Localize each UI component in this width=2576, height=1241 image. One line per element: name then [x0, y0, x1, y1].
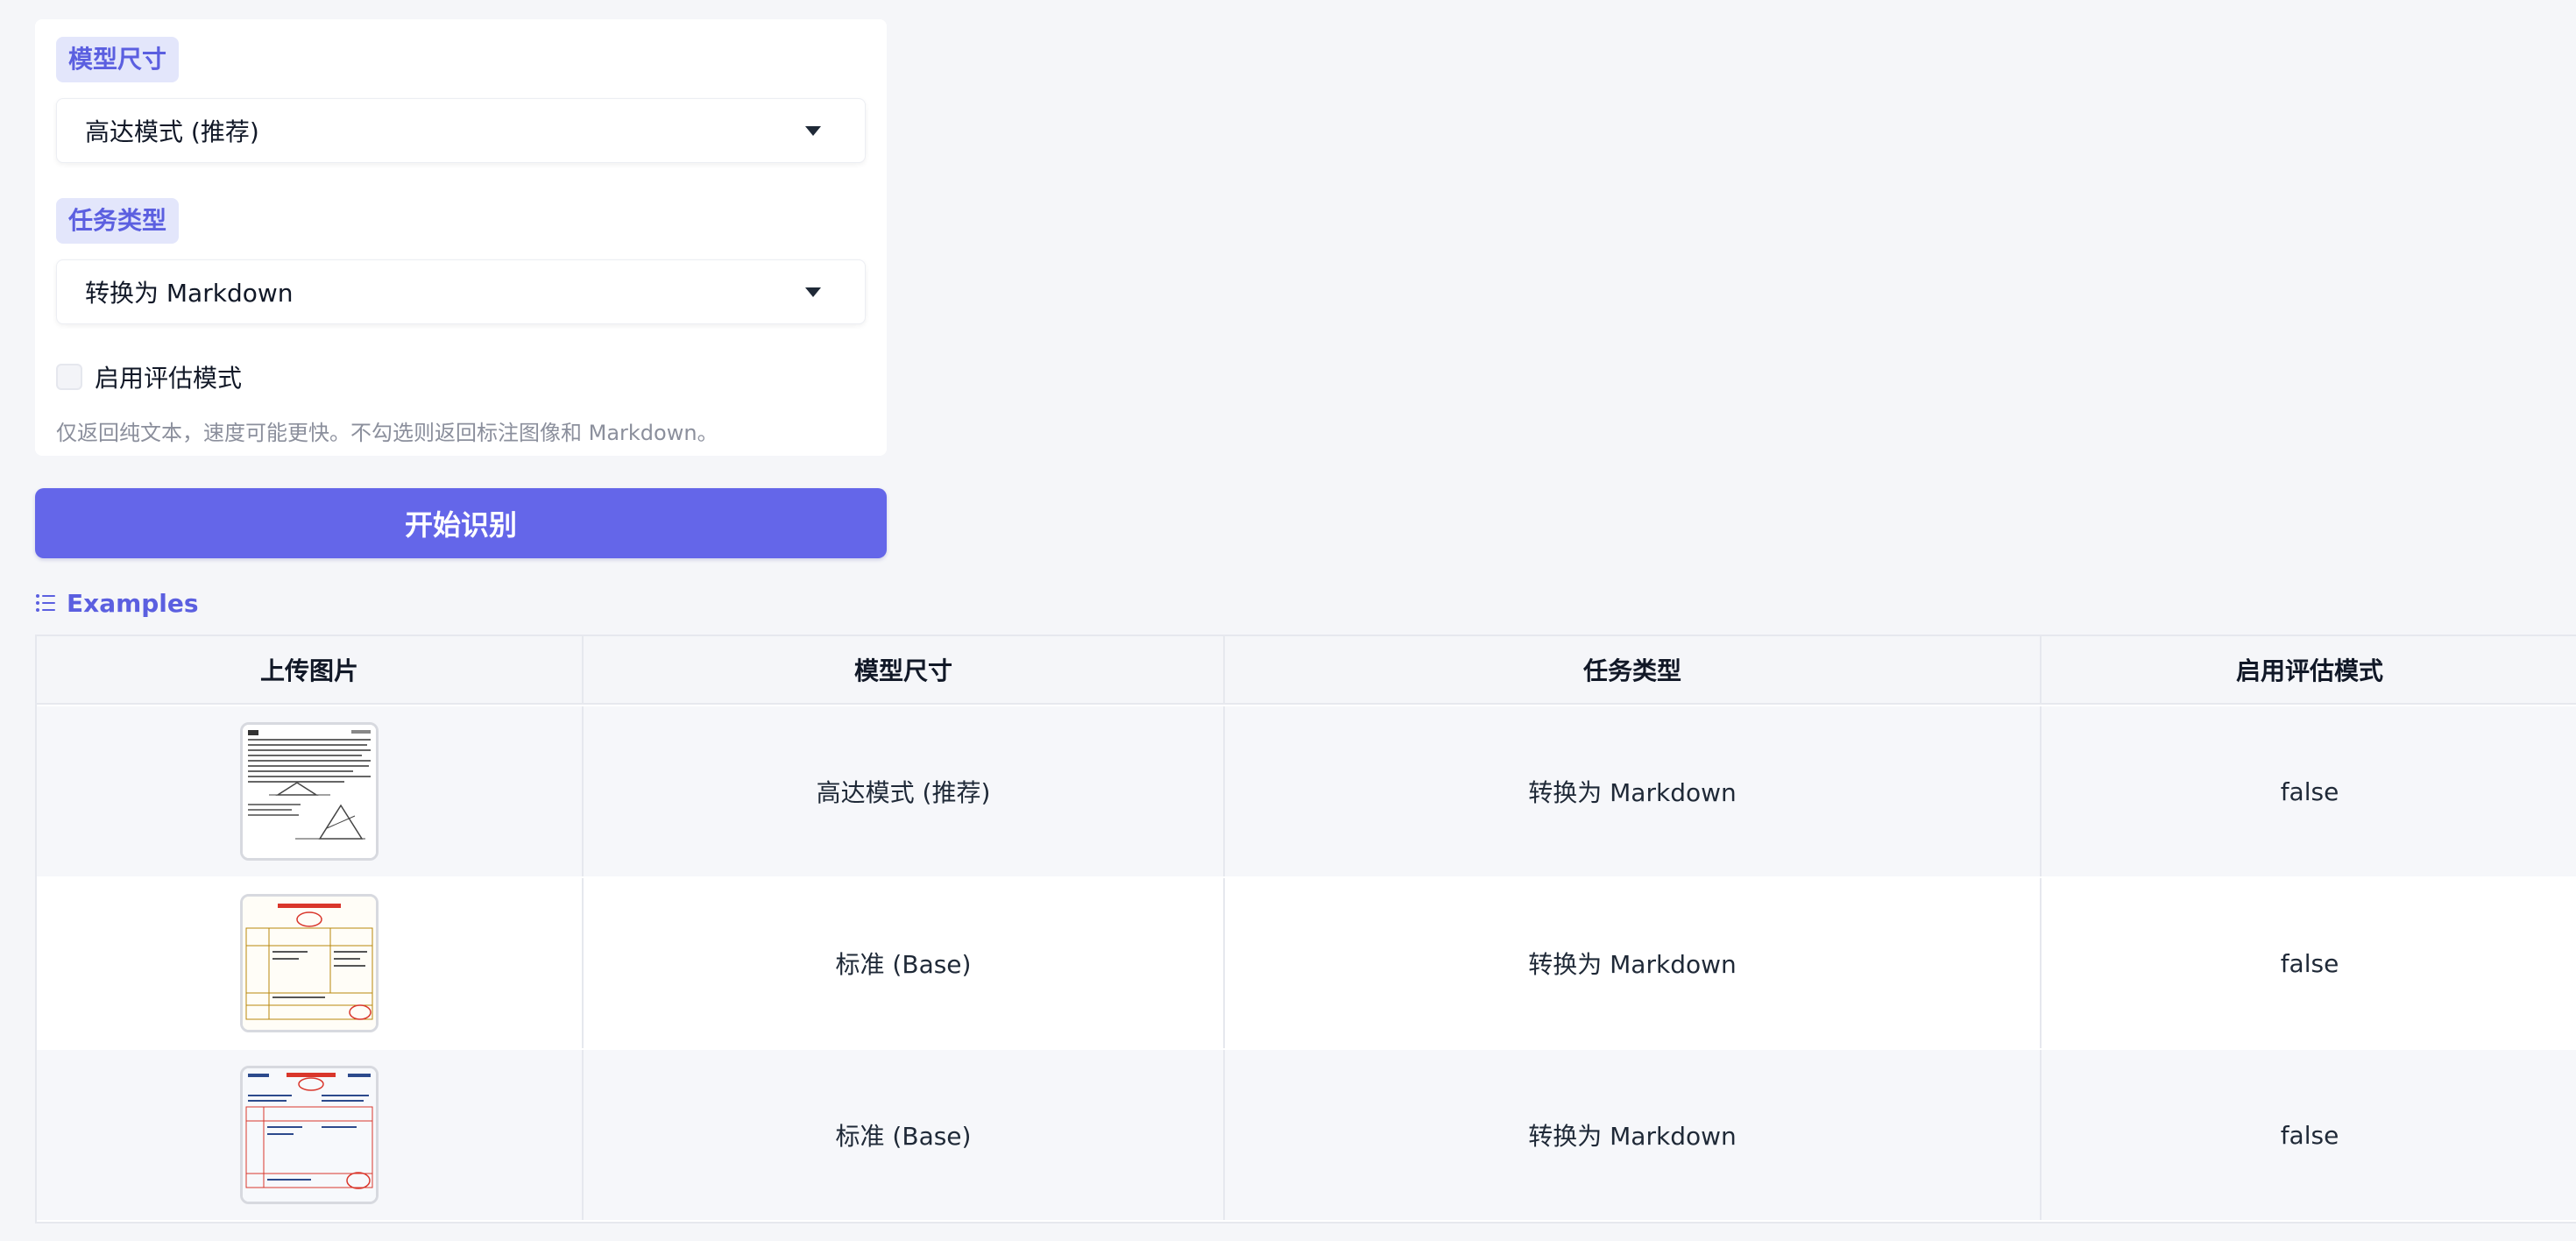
- task-type-cell: 转换为 Markdown: [1225, 878, 2042, 1048]
- eval-mode-hint: 仅返回纯文本，速度可能更快。不勾选则返回标注图像和 Markdown。: [56, 421, 718, 445]
- model-size-value: 高达模式 (推荐): [85, 117, 259, 146]
- task-type-cell: 转换为 Markdown: [1225, 1050, 2042, 1220]
- start-recognition-button[interactable]: 开始识别: [35, 488, 887, 558]
- model-size-cell: 标准 (Base): [584, 878, 1225, 1048]
- eval-mode-label: 启用评估模式: [95, 364, 243, 393]
- image-cell: [37, 1050, 584, 1220]
- chevron-down-icon: [805, 287, 821, 297]
- list-icon: [36, 594, 55, 612]
- eval-mode-cell: false: [2280, 1120, 2339, 1150]
- task-type-dropdown[interactable]: 转换为 Markdown: [56, 259, 866, 324]
- column-header-task-type: 任务类型: [1225, 636, 2042, 703]
- eval-mode-checkbox[interactable]: [56, 364, 82, 390]
- table-row[interactable]: 高达模式 (推荐) 转换为 Markdown false: [37, 706, 2576, 876]
- examples-header: Examples: [35, 585, 199, 620]
- document-thumbnail[interactable]: [240, 722, 379, 861]
- model-size-label: 模型尺寸: [56, 37, 180, 82]
- column-header-model-size: 模型尺寸: [584, 636, 1225, 703]
- eval-mode-option[interactable]: 启用评估模式: [56, 361, 242, 393]
- column-header-image: 上传图片: [37, 636, 584, 703]
- model-size-cell: 高达模式 (推荐): [584, 706, 1225, 876]
- eval-mode-cell: false: [2280, 948, 2339, 978]
- examples-title: Examples: [67, 588, 199, 618]
- table-row[interactable]: 标准 (Base) 转换为 Markdown false: [37, 1050, 2576, 1220]
- model-size-dropdown[interactable]: 高达模式 (推荐): [56, 98, 866, 163]
- eval-mode-cell: false: [2280, 777, 2339, 806]
- invoice-thumbnail[interactable]: [240, 894, 379, 1032]
- table-header: 上传图片 模型尺寸 任务类型 启用评估模式: [37, 636, 2576, 705]
- task-type-value: 转换为 Markdown: [85, 279, 294, 308]
- image-cell: [37, 878, 584, 1048]
- task-type-cell: 转换为 Markdown: [1225, 706, 2042, 876]
- examples-table: 上传图片 模型尺寸 任务类型 启用评估模式 高达模式 (推荐) 转换为 Mark…: [35, 635, 2576, 1223]
- column-header-eval-mode: 启用评估模式: [2235, 656, 2383, 685]
- receipt-thumbnail[interactable]: [240, 1066, 379, 1204]
- image-cell: [37, 706, 584, 876]
- task-type-label: 任务类型: [56, 198, 180, 244]
- chevron-down-icon: [805, 126, 821, 136]
- settings-panel: 模型尺寸 高达模式 (推荐) 任务类型 转换为 Markdown 启用评估模式 …: [35, 19, 887, 456]
- model-size-cell: 标准 (Base): [584, 1050, 1225, 1220]
- table-row[interactable]: 标准 (Base) 转换为 Markdown false: [37, 878, 2576, 1048]
